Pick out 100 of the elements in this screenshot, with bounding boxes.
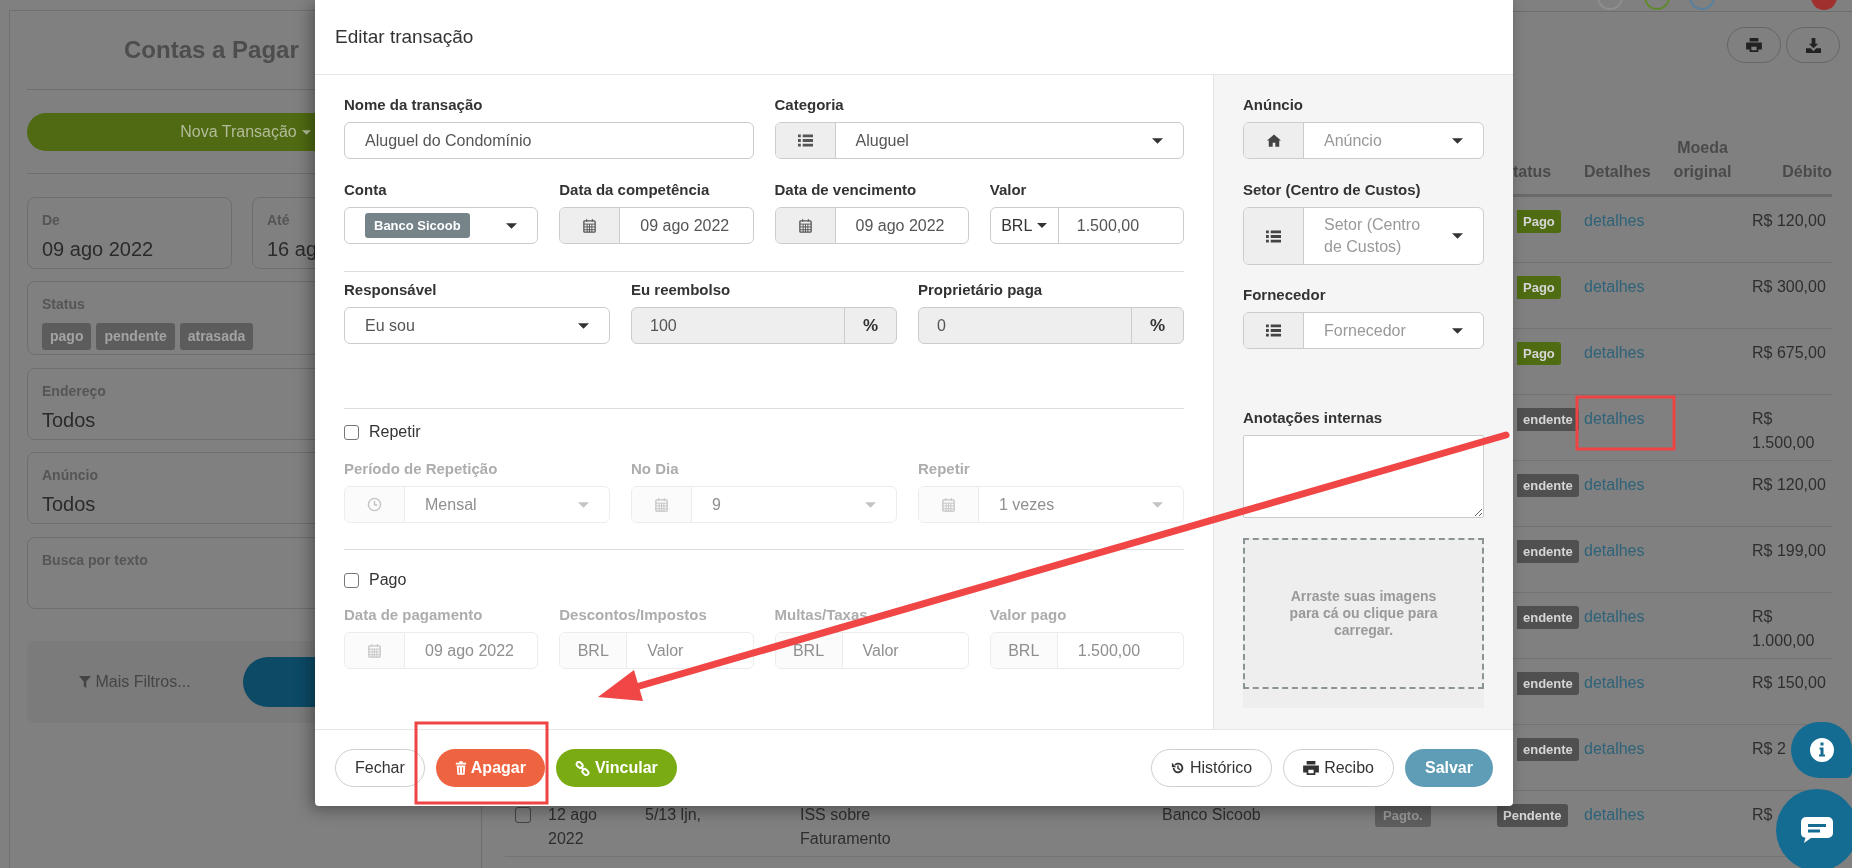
details-link[interactable]: detalhes <box>1584 740 1645 757</box>
status-badge: endente <box>1517 606 1579 629</box>
debit-amount: R$ 120,00 <box>1752 211 1826 231</box>
save-button[interactable]: Salvar <box>1404 749 1493 787</box>
repeat-select[interactable]: 9 <box>631 486 897 523</box>
details-link[interactable]: detalhes <box>1584 278 1645 295</box>
field-label: Nome da transação <box>344 96 484 114</box>
status-badge: Pendente <box>1497 804 1568 827</box>
status-badge: Pago <box>1517 276 1561 299</box>
status-badge: endente <box>1517 738 1579 761</box>
money-field[interactable]: BRL Valor <box>559 632 754 669</box>
print-icon <box>1303 761 1320 775</box>
details-link[interactable]: detalhes <box>1584 608 1645 625</box>
calendar-icon <box>367 643 382 658</box>
dialog-title: Editar transação <box>335 24 474 49</box>
debit-amount: R$ 2 <box>1752 739 1786 759</box>
chat-button[interactable] <box>1776 789 1852 868</box>
listing-select[interactable]: Anúncio <box>1243 122 1484 159</box>
field-label: Valor pago <box>989 606 1068 624</box>
currency-dropdown[interactable]: BRL <box>990 208 1059 243</box>
history-icon <box>1170 761 1185 775</box>
supplier-select[interactable]: Fornecedor <box>1243 312 1484 349</box>
date-field[interactable]: 09 ago 2022 <box>774 207 969 244</box>
field-label: Data de vencimento <box>774 181 918 199</box>
caret-icon <box>1452 233 1463 239</box>
close-button[interactable]: Fechar <box>335 749 425 787</box>
money-field[interactable]: BRL Valor <box>774 632 969 669</box>
image-dropzone[interactable]: Arraste suas imagens para cá ou clique para carregar. <box>1243 538 1484 689</box>
details-link[interactable]: detalhes <box>1584 674 1645 691</box>
type-badge: Pagto. <box>1375 804 1431 827</box>
status-tag[interactable]: pago <box>42 323 92 350</box>
date-field[interactable]: 09 ago 2022 <box>559 207 754 244</box>
field-label: Conta <box>344 181 388 199</box>
transaction-date: 12 ago 2022 <box>548 805 598 849</box>
details-link[interactable]: detalhes <box>1584 806 1645 823</box>
debit-amount: R$ 120,00 <box>1752 475 1826 495</box>
chat-icon <box>1801 817 1833 843</box>
percent-field[interactable]: 100 % <box>631 307 897 344</box>
debit-amount: R$ 150,00 <box>1752 673 1826 693</box>
field-label: Setor (Centro de Custos) <box>1243 181 1422 199</box>
link-icon <box>574 760 590 776</box>
caret-icon <box>1152 501 1163 508</box>
caret-icon <box>1037 223 1048 228</box>
info-button[interactable] <box>1791 722 1852 778</box>
list-icon <box>1266 324 1281 337</box>
category-select[interactable]: Aluguel <box>774 122 1184 159</box>
download-icon <box>1805 37 1821 53</box>
responsible-select[interactable]: Eu sou <box>344 307 610 344</box>
caret-icon <box>865 501 876 508</box>
filter-value: Todos <box>42 492 96 516</box>
link-button[interactable]: Vincular <box>555 749 677 787</box>
status-badge: endente <box>1517 474 1579 497</box>
checkbox[interactable] <box>344 424 359 440</box>
account-tag: Banco Sicoob <box>365 212 470 239</box>
money-field[interactable]: BRL 1.500,00 <box>989 632 1184 669</box>
details-link[interactable]: detalhes <box>1584 212 1645 229</box>
checkbox[interactable] <box>344 572 359 588</box>
account-select[interactable]: Banco Sicoob <box>344 207 539 244</box>
status-tag[interactable]: atrasada <box>179 323 254 350</box>
field-label: Descontos/Impostos <box>559 606 708 624</box>
field-label: Data da competência <box>559 181 711 199</box>
clock-icon <box>367 497 382 512</box>
percent-field[interactable]: 0 % <box>918 307 1184 344</box>
status-tag[interactable]: pendente <box>96 323 175 350</box>
status-badge: Pago <box>1517 342 1561 365</box>
cost-center-select[interactable]: Setor (Centro de Custos) <box>1243 207 1484 265</box>
calendar-icon <box>797 218 813 233</box>
debit-amount: R$ 1.500,00 <box>1752 409 1816 453</box>
print-icon <box>1746 38 1762 52</box>
field-label: Anúncio <box>1243 96 1304 114</box>
info-icon <box>1809 738 1834 762</box>
checkbox[interactable] <box>515 807 531 823</box>
status-badge: endente <box>1517 540 1579 563</box>
details-link[interactable]: detalhes <box>1584 476 1645 493</box>
repeat-select[interactable]: Mensal <box>344 486 610 523</box>
caret-icon <box>1452 327 1463 334</box>
filter-icon <box>79 676 92 688</box>
field-label: Responsável <box>344 281 438 299</box>
caret-icon <box>1152 137 1163 144</box>
details-link[interactable]: detalhes <box>1584 410 1645 427</box>
debit-amount: R$ 300,00 <box>1752 277 1826 297</box>
receipt-button[interactable]: Recibo <box>1283 749 1394 787</box>
field-label: Data de pagamento <box>344 606 484 624</box>
amount-field[interactable]: BRL 1.500,00 <box>989 207 1184 244</box>
caret-icon <box>578 322 589 329</box>
notes-field[interactable] <box>1243 435 1484 518</box>
debit-amount: R$ 199,00 <box>1752 541 1826 561</box>
text-field[interactable]: Aluguel do Condomínio <box>344 122 754 159</box>
debit-amount: R$ <box>1752 805 1773 825</box>
repeat-select[interactable]: 1 vezes <box>918 486 1184 523</box>
caret-icon <box>1452 137 1463 144</box>
checkbox-label: Pago <box>369 570 407 590</box>
field-label: Fornecedor <box>1243 286 1327 304</box>
account-name: Banco Sicoob <box>1162 806 1261 823</box>
details-link[interactable]: detalhes <box>1584 542 1645 559</box>
details-link[interactable]: detalhes <box>1584 344 1645 361</box>
delete-button[interactable]: Apagar <box>435 749 545 787</box>
date-field[interactable]: 09 ago 2022 <box>344 632 539 669</box>
history-button[interactable]: Histórico <box>1150 749 1273 787</box>
field-label: Categoria <box>774 96 845 114</box>
